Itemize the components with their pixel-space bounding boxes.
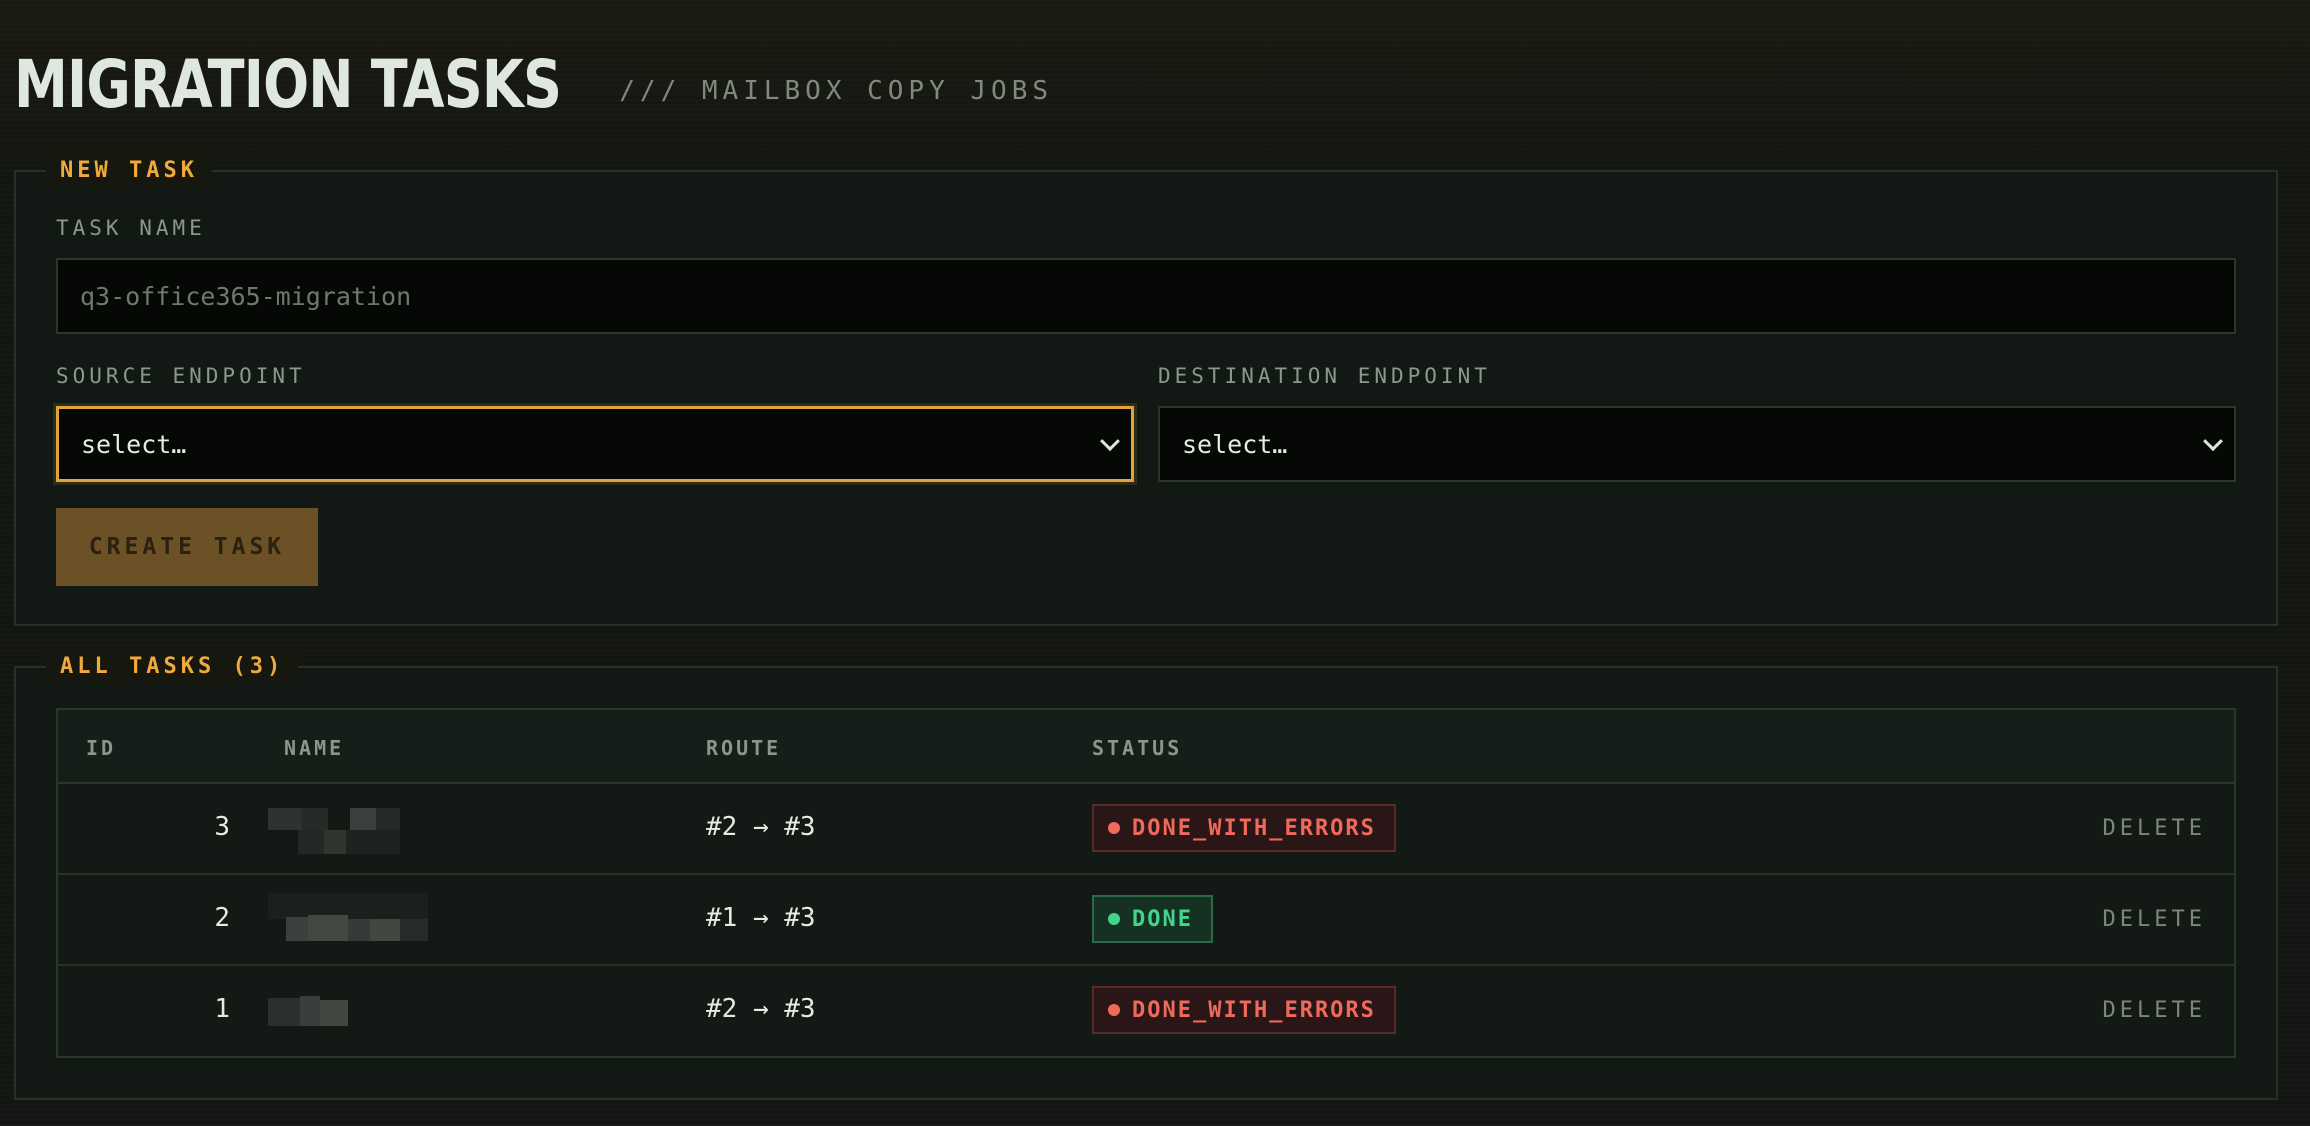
task-id: 2: [214, 903, 230, 933]
column-header-status: STATUS: [1092, 736, 1183, 760]
tasks-table: ID NAME ROUTE STATUS 3 #2 → #3 DONE_WITH…: [56, 708, 2236, 1058]
task-name-redacted: [268, 808, 428, 854]
status-text: DONE: [1132, 906, 1193, 932]
status-badge: DONE_WITH_ERRORS: [1092, 804, 1396, 852]
column-header-id: ID: [86, 736, 117, 760]
all-tasks-panel: ALL TASKS (3) ID NAME ROUTE STATUS 3 #2 …: [14, 650, 2278, 1100]
task-name-label: TASK NAME: [56, 216, 206, 240]
task-id: 1: [214, 994, 230, 1024]
task-name-redacted: [268, 990, 428, 1036]
chevron-down-icon: [2203, 431, 2223, 452]
delete-button[interactable]: DELETE: [2103, 816, 2206, 841]
task-route: #2 → #3: [706, 812, 816, 842]
table-row: 1 #2 → #3 DONE_WITH_ERRORS DELETE: [58, 966, 2234, 1057]
page-title: MIGRATION TASKS: [14, 46, 562, 123]
task-id: 3: [214, 812, 230, 842]
table-header: ID NAME ROUTE STATUS: [58, 710, 2234, 784]
delete-button[interactable]: DELETE: [2103, 998, 2206, 1023]
table-row: 2 #1 → #3 DONE DELETE: [58, 875, 2234, 966]
task-name-redacted: [268, 893, 428, 945]
create-task-button[interactable]: CREATE TASK: [56, 508, 318, 586]
status-dot-icon: [1108, 822, 1120, 834]
status-dot-icon: [1108, 1004, 1120, 1016]
table-row: 3 #2 → #3 DONE_WITH_ERRORS DELETE: [58, 784, 2234, 875]
new-task-panel: NEW TASK TASK NAME q3-office365-migratio…: [14, 154, 2278, 626]
status-dot-icon: [1108, 913, 1120, 925]
source-endpoint-select[interactable]: select…: [56, 406, 1134, 482]
status-badge: DONE: [1092, 895, 1213, 943]
status-text: DONE_WITH_ERRORS: [1132, 997, 1376, 1023]
destination-endpoint-label: DESTINATION ENDPOINT: [1158, 364, 1491, 388]
task-name-input[interactable]: q3-office365-migration: [56, 258, 2236, 334]
task-route: #2 → #3: [706, 994, 816, 1024]
chevron-down-icon: [1100, 431, 1120, 452]
source-endpoint-value: select…: [81, 429, 187, 459]
source-endpoint-label: SOURCE ENDPOINT: [56, 364, 306, 388]
new-task-legend: NEW TASK: [46, 154, 212, 187]
destination-endpoint-select[interactable]: select…: [1158, 406, 2236, 482]
delete-button[interactable]: DELETE: [2103, 907, 2206, 932]
column-header-name: NAME: [284, 736, 345, 760]
task-route: #1 → #3: [706, 903, 816, 933]
column-header-route: ROUTE: [706, 736, 782, 760]
all-tasks-legend: ALL TASKS (3): [46, 650, 299, 683]
destination-endpoint-value: select…: [1182, 429, 1288, 459]
page-subtitle: /// MAILBOX COPY JOBS: [619, 76, 1054, 106]
status-text: DONE_WITH_ERRORS: [1132, 815, 1376, 841]
page-header: MIGRATION TASKS /// MAILBOX COPY JOBS: [14, 28, 1053, 118]
status-badge: DONE_WITH_ERRORS: [1092, 986, 1396, 1034]
